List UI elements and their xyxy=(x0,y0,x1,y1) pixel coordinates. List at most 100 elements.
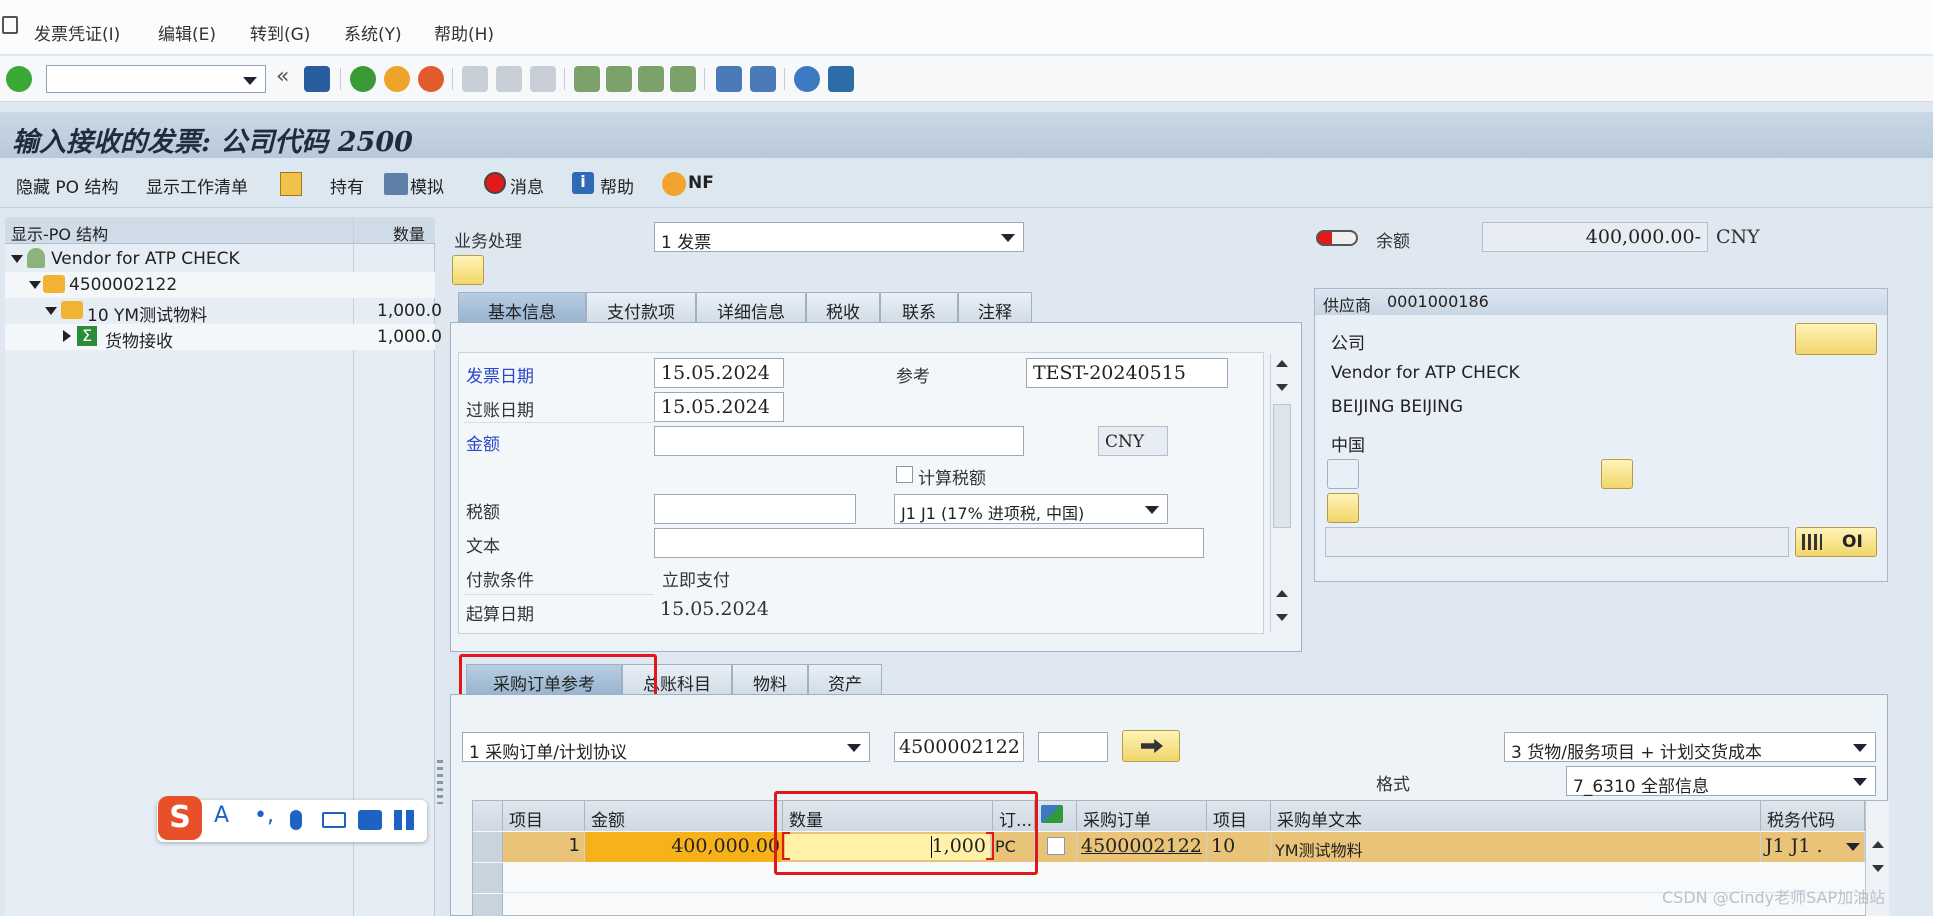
transfer-po-button[interactable] xyxy=(1122,730,1180,762)
row-checkbox[interactable] xyxy=(1047,837,1065,855)
previous-page-icon[interactable] xyxy=(606,66,632,92)
layout-icon[interactable] xyxy=(828,66,854,92)
grid-header-amount[interactable]: 金额 xyxy=(585,801,783,831)
shortcut-icon[interactable] xyxy=(750,66,776,92)
nf-icon[interactable] xyxy=(662,172,686,196)
menu-edit[interactable]: 编辑(E) xyxy=(158,20,216,45)
show-worklist-button[interactable]: 显示工作清单 xyxy=(146,173,248,198)
calculate-tax-checkbox[interactable] xyxy=(896,466,913,483)
table-row[interactable] xyxy=(503,863,1865,893)
chevron-down-icon[interactable] xyxy=(243,77,257,85)
tree-row-vendor[interactable]: Vendor for ATP CHECK xyxy=(5,246,435,272)
messages-button[interactable]: 消息 xyxy=(510,173,544,198)
scroll-down-icon[interactable] xyxy=(1276,614,1288,621)
grid-row-selector[interactable] xyxy=(473,863,503,893)
cell-tax-code[interactable]: J1 J1 . xyxy=(1761,832,1865,862)
ime-logo-icon[interactable]: S xyxy=(158,796,202,840)
cancel-icon[interactable] xyxy=(418,66,444,92)
tab-contact[interactable]: 联系 xyxy=(880,292,958,324)
hide-po-structure-button[interactable]: 隐藏 PO 结构 xyxy=(16,173,118,198)
chevron-down-icon[interactable] xyxy=(1853,744,1867,752)
grid-row-selector-header[interactable] xyxy=(473,801,503,831)
chevron-down-icon[interactable] xyxy=(1846,843,1860,851)
transaction-select[interactable]: 1 发票 xyxy=(654,222,1024,253)
chevron-down-icon[interactable] xyxy=(1853,778,1867,786)
text-input[interactable] xyxy=(654,528,1204,558)
tab-payment[interactable]: 支付款项 xyxy=(586,292,696,324)
scroll-down-icon[interactable] xyxy=(1276,384,1288,391)
chevron-down-icon[interactable] xyxy=(1001,234,1015,242)
grid-header-check[interactable] xyxy=(1035,801,1077,831)
next-page-icon[interactable] xyxy=(638,66,664,92)
layout-select[interactable]: 3 货物/服务项目 + 计划交货成本 xyxy=(1504,732,1876,763)
vendor-fax-button[interactable] xyxy=(1327,493,1359,523)
po-number-input[interactable]: 4500002122 xyxy=(894,732,1024,762)
tax-code-select[interactable]: J1 J1 (17% 进项税, 中国) xyxy=(894,494,1168,524)
currency-field[interactable]: CNY xyxy=(1098,426,1168,456)
expand-triangle-icon[interactable] xyxy=(29,281,41,289)
find-icon[interactable] xyxy=(496,66,522,92)
open-items-button[interactable]: OI xyxy=(1795,527,1877,557)
first-page-icon[interactable] xyxy=(574,66,600,92)
scroll-up-icon[interactable] xyxy=(1872,841,1884,848)
tab-tax[interactable]: 税收 xyxy=(806,292,880,324)
find-next-icon[interactable] xyxy=(530,66,556,92)
help-icon[interactable] xyxy=(794,66,820,92)
grid-header-po-text[interactable]: 采购单文本 xyxy=(1271,801,1761,831)
command-field[interactable] xyxy=(46,65,266,93)
tab-details[interactable]: 详细信息 xyxy=(696,292,806,324)
chevron-down-icon[interactable] xyxy=(1145,506,1159,514)
expand-triangle-icon[interactable] xyxy=(11,255,23,263)
posting-date-input[interactable]: 15.05.2024 xyxy=(654,392,784,422)
tab-asset[interactable]: 资产 xyxy=(808,664,882,696)
tab-notes[interactable]: 注释 xyxy=(958,292,1032,324)
enter-check-icon[interactable] xyxy=(6,66,32,92)
menu-toggle-icon[interactable] xyxy=(2,16,18,34)
invoice-date-input[interactable]: 15.05.2024 xyxy=(654,358,784,388)
print-icon[interactable] xyxy=(462,66,488,92)
vendor-phone-button[interactable] xyxy=(1601,459,1633,489)
vendor-change-button[interactable] xyxy=(1795,323,1877,355)
cell-po[interactable]: 4500002122 xyxy=(1077,832,1207,862)
ime-microphone-icon[interactable] xyxy=(290,810,302,830)
ime-keyboard-icon[interactable] xyxy=(322,812,346,828)
po-reference-type-select[interactable]: 1 采购订单/计划协议 xyxy=(462,732,870,763)
grid-row-selector[interactable] xyxy=(473,894,503,916)
menu-system[interactable]: 系统(Y) xyxy=(344,20,402,45)
ime-apps-icon[interactable] xyxy=(394,810,414,830)
help-button[interactable]: 帮助 xyxy=(600,173,634,198)
po-item-input[interactable] xyxy=(1038,732,1108,762)
menu-invoice-document[interactable]: 发票凭证(I) xyxy=(34,20,120,45)
grid-row-selector[interactable] xyxy=(473,832,503,862)
grid-header-tax-code[interactable]: 税务代码 xyxy=(1761,801,1865,831)
tab-basic-data[interactable]: 基本信息 xyxy=(458,292,586,324)
scroll-thumb[interactable] xyxy=(1273,404,1291,528)
document-header-icon[interactable] xyxy=(452,255,484,285)
cell-amount[interactable]: 400,000.00 xyxy=(585,832,783,862)
new-session-icon[interactable] xyxy=(716,66,742,92)
table-row[interactable]: 1 400,000.00 1,000 PC 4500002122 10 YM测试… xyxy=(503,832,1865,862)
tree-row-goods-receipt[interactable]: Σ 货物接收 1,000.0 xyxy=(5,324,442,352)
menu-help[interactable]: 帮助(H) xyxy=(434,20,494,45)
nf-button[interactable]: NF xyxy=(688,173,714,193)
ime-punctuation-icon[interactable]: •, xyxy=(254,803,274,828)
collapsed-triangle-icon[interactable] xyxy=(63,330,71,342)
ime-text-icon[interactable]: A xyxy=(214,803,229,828)
hold-button[interactable]: 持有 xyxy=(330,173,364,198)
grid-header-po-item[interactable]: 项目 xyxy=(1207,801,1271,831)
vendor-address-icon[interactable] xyxy=(1327,459,1359,489)
amount-input[interactable] xyxy=(654,426,1024,456)
tree-row-item[interactable]: 10 YM测试物料 1,000.0 xyxy=(5,298,442,326)
info-icon[interactable]: i xyxy=(572,172,594,194)
splitter-handle[interactable] xyxy=(437,760,443,804)
back-icon[interactable] xyxy=(350,66,376,92)
simulate-icon[interactable] xyxy=(384,173,408,195)
scroll-up-icon[interactable] xyxy=(1276,360,1288,367)
grid-header-item[interactable]: 项目 xyxy=(503,801,585,831)
scroll-down-icon[interactable] xyxy=(1872,865,1884,872)
message-red-icon[interactable] xyxy=(484,172,506,194)
chevron-down-icon[interactable] xyxy=(847,744,861,752)
reference-input[interactable]: TEST-20240515 xyxy=(1026,358,1228,388)
basic-scrollbar[interactable] xyxy=(1270,354,1292,632)
vendor-bank-field[interactable] xyxy=(1325,527,1789,557)
